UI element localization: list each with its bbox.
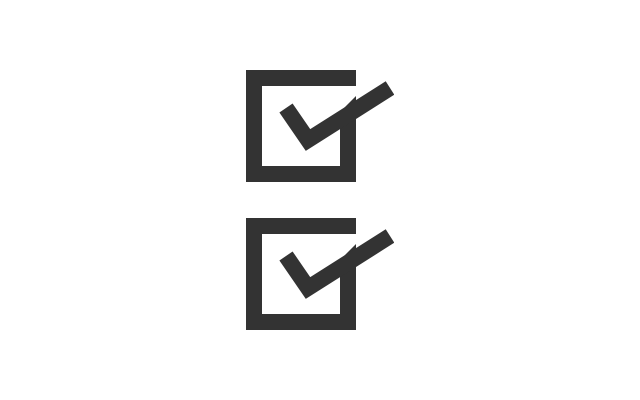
checked-checkbox-icon xyxy=(246,218,394,330)
checkmark xyxy=(279,229,394,299)
icon-canvas xyxy=(0,0,640,400)
checkmark xyxy=(279,81,394,151)
checked-checkbox-icon xyxy=(246,70,394,182)
